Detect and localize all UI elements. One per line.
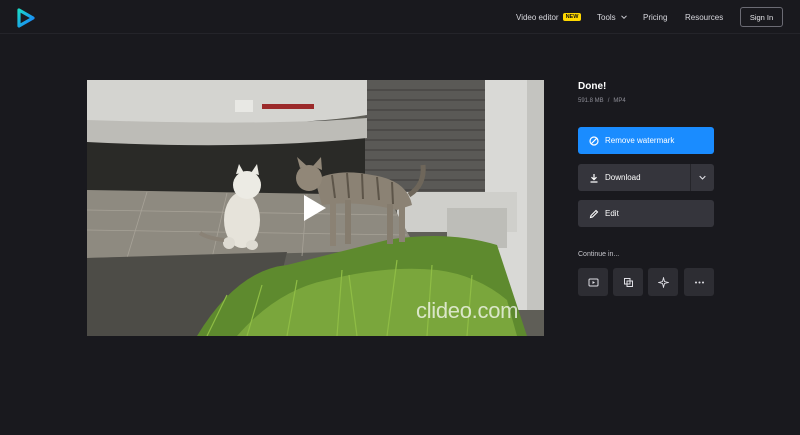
sign-in-button[interactable]: Sign In — [740, 7, 783, 27]
done-title: Done! — [578, 81, 607, 92]
nav-video-editor-label: Video editor — [516, 12, 559, 22]
continue-copy-button[interactable] — [613, 268, 643, 296]
copy-icon — [623, 277, 633, 287]
nav-tools-label: Tools — [597, 12, 616, 22]
continue-more-button[interactable] — [684, 268, 714, 296]
video-player-icon — [588, 278, 598, 286]
play-button-icon[interactable] — [302, 194, 328, 222]
watermark-text: clideo.com — [416, 298, 519, 323]
top-navigation-bar: Video editor NEW Tools Pricing Resources… — [0, 0, 800, 34]
continue-sparkle-button[interactable] — [648, 268, 678, 296]
edit-button[interactable]: Edit — [578, 200, 714, 227]
continue-in-label: Continue in... — [578, 251, 620, 258]
nav-video-editor[interactable]: Video editor NEW — [516, 0, 582, 34]
clideo-logo-icon[interactable] — [16, 8, 36, 28]
download-label: Download — [605, 173, 641, 182]
download-icon — [590, 173, 598, 183]
nav-resources-label: Resources — [685, 12, 724, 22]
file-size: 591.8 MB — [578, 98, 604, 104]
more-dots-icon — [694, 281, 704, 283]
chevron-down-icon — [699, 175, 706, 180]
new-badge: NEW — [562, 13, 582, 21]
pencil-icon — [589, 209, 599, 218]
meta-separator: / — [607, 98, 610, 104]
chevron-down-icon — [620, 15, 627, 20]
no-sign-icon — [589, 135, 599, 146]
nav-resources[interactable]: Resources — [685, 0, 723, 34]
sign-in-label: Sign In — [749, 12, 774, 22]
download-options-toggle[interactable] — [690, 164, 714, 191]
nav-pricing-label: Pricing — [643, 12, 668, 22]
nav-tools-dropdown[interactable]: Tools — [597, 0, 628, 34]
download-button[interactable]: Download — [578, 164, 714, 191]
remove-watermark-button[interactable]: Remove watermark — [578, 127, 714, 154]
video-preview[interactable]: clideo.com — [87, 80, 544, 336]
nav-pricing[interactable]: Pricing — [643, 0, 667, 34]
edit-label: Edit — [605, 209, 619, 218]
file-format: MP4 — [613, 98, 626, 104]
file-meta: 591.8 MB / MP4 — [578, 98, 626, 104]
sparkle-icon — [657, 276, 669, 288]
continue-video-player-button[interactable] — [578, 268, 608, 296]
remove-watermark-label: Remove watermark — [605, 136, 675, 145]
